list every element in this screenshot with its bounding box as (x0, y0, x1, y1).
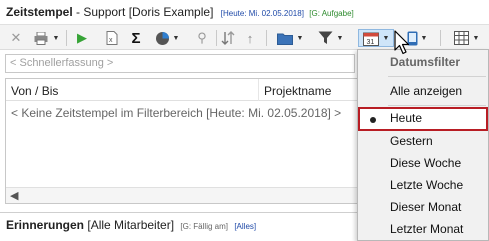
menu-item-this-week[interactable]: Diese Woche (358, 152, 488, 174)
menu-item-this-month[interactable]: Dieser Monat (358, 196, 488, 218)
reminders-title: Erinnerungen (6, 218, 85, 232)
device-dropdown-caret[interactable]: ▼ (420, 29, 428, 47)
sort-reverse-icon[interactable]: ↑ (243, 29, 257, 47)
document-icon[interactable]: x (104, 29, 120, 47)
table-dropdown-caret[interactable]: ▼ (472, 29, 480, 47)
mouse-pointer-icon (394, 30, 410, 55)
selected-bullet-icon (370, 117, 376, 123)
print-icon[interactable] (32, 29, 50, 47)
menu-item-show-all[interactable]: Alle anzeigen (358, 80, 488, 102)
pie-chart-dropdown-caret[interactable]: ▼ (172, 29, 180, 47)
toolbar-separator (216, 30, 217, 46)
filter-dropdown-caret[interactable]: ▼ (336, 29, 344, 47)
sigma-icon[interactable]: Σ (128, 29, 144, 47)
quick-entry-input[interactable]: < Schnellerfassung > (5, 54, 355, 73)
menu-divider (388, 105, 486, 106)
toolbar-separator (266, 30, 267, 46)
toolbar-separator (66, 30, 67, 46)
print-dropdown-caret[interactable]: ▼ (52, 29, 60, 47)
svg-text:x: x (109, 37, 113, 44)
reminders-group: [G: Fällig am] (180, 222, 228, 231)
today-label: [Heute: Mi. 02.05.2018] (220, 9, 304, 18)
folder-icon[interactable] (276, 29, 294, 47)
scroll-left-icon[interactable]: ◀ (10, 189, 18, 202)
menu-item-last-week[interactable]: Letzte Woche (358, 174, 488, 196)
pie-chart-icon[interactable] (153, 29, 171, 47)
svg-text:31: 31 (366, 39, 374, 46)
sort-icon[interactable] (220, 29, 238, 47)
column-header-von-bis[interactable]: Von / Bis (11, 84, 58, 98)
date-filter-menu: Datumsfilter Alle anzeigen Heute Gestern… (357, 49, 489, 241)
menu-item-yesterday[interactable]: Gestern (358, 130, 488, 152)
empty-message: < Keine Zeitstempel im Filterbereich [He… (11, 106, 342, 120)
column-header-projektname[interactable]: Projektname (264, 84, 331, 98)
group-label: [G: Aufgabe] (309, 9, 354, 18)
filter-icon[interactable] (316, 29, 334, 47)
menu-item-today[interactable]: Heute (358, 107, 488, 131)
grid-header: Von / Bis Projektname (6, 79, 360, 101)
reminders-scope: [Alle Mitarbeiter] (87, 218, 175, 232)
menu-item-last-month[interactable]: Letzter Monat (358, 218, 488, 240)
table-icon[interactable] (452, 29, 470, 47)
column-divider (258, 79, 259, 101)
calendar-filter-icon[interactable]: 31 ▼ (358, 29, 394, 47)
horizontal-scrollbar[interactable]: ◀ (6, 187, 360, 203)
folder-dropdown-caret[interactable]: ▼ (296, 29, 304, 47)
close-icon[interactable]: ✕ (8, 29, 24, 47)
play-icon[interactable]: ▶ (74, 29, 90, 47)
link-icon[interactable]: ⚲ (194, 29, 210, 47)
toolbar-separator (440, 30, 441, 46)
reminders-filter: [Alles] (234, 222, 257, 231)
window-title: Zeitstempel (6, 5, 73, 19)
menu-header: Datumsfilter (390, 55, 461, 69)
menu-item-label: Heute (390, 111, 423, 125)
toolbar: ✕ ▼ ▶ x Σ ▼ ⚲ ↑ ▼ ▼ 31 ▼ ▼ ▼ (0, 24, 489, 50)
menu-divider (388, 76, 486, 77)
timestamp-grid: Von / Bis Projektname < Keine Zeitstempe… (5, 78, 361, 204)
title-bar: Zeitstempel - Support [Doris Example] [H… (0, 0, 489, 24)
window-subtitle: - Support [Doris Example] (72, 5, 214, 19)
